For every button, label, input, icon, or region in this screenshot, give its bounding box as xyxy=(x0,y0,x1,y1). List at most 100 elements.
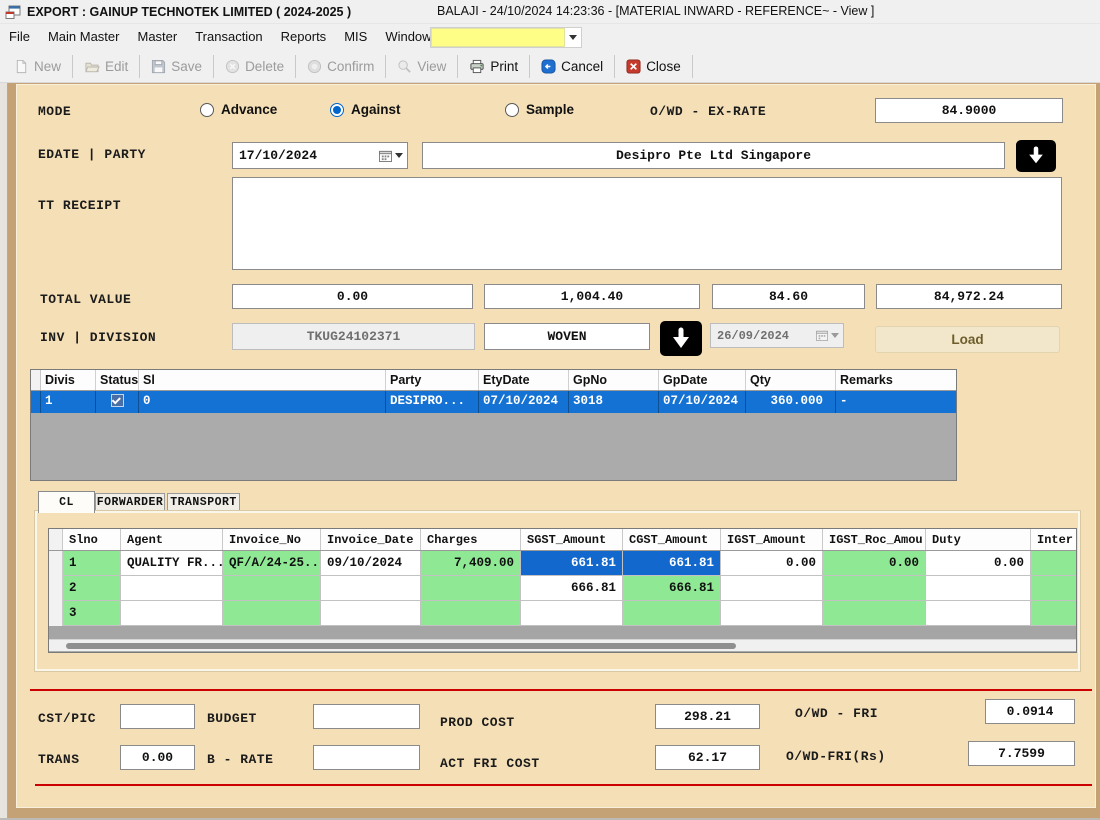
menu-master[interactable]: Master xyxy=(128,26,186,48)
toolbar-separator xyxy=(692,55,693,78)
column-header-etydate[interactable]: EtyDate xyxy=(479,370,569,390)
chevron-down-icon[interactable] xyxy=(395,153,403,158)
column-header-sl[interactable]: Sl xyxy=(139,370,386,390)
radio-checked-icon xyxy=(330,103,344,117)
column-header-cgst[interactable]: CGST_Amount xyxy=(623,529,721,550)
tt-receipt-input[interactable] xyxy=(232,177,1062,270)
trans-field[interactable]: 0.00 xyxy=(120,745,195,770)
budget-field[interactable] xyxy=(313,704,420,729)
column-header-charges[interactable]: Charges xyxy=(421,529,521,550)
load-button[interactable]: Load xyxy=(875,326,1060,353)
menu-main-master[interactable]: Main Master xyxy=(39,26,129,48)
cl-tab-panel: Slno Agent Invoice_No Invoice_Date Charg… xyxy=(35,511,1080,671)
b-rate-field[interactable] xyxy=(313,745,420,770)
mode-label: MODE xyxy=(38,104,71,119)
tab-cl[interactable]: CL xyxy=(38,491,95,513)
column-header-gpno[interactable]: GpNo xyxy=(569,370,659,390)
column-header-remarks[interactable]: Remarks xyxy=(836,370,956,390)
table-row[interactable]: 3 xyxy=(49,601,1076,626)
total-value-field-4[interactable]: 84,972.24 xyxy=(876,284,1062,309)
party-field[interactable]: Desipro Pte Ltd Singapore xyxy=(422,142,1005,169)
undo-circle-icon xyxy=(541,59,556,74)
prod-cost-field[interactable]: 298.21 xyxy=(655,704,760,729)
act-fri-cost-field[interactable]: 62.17 xyxy=(655,745,760,770)
party-lookup-button[interactable] xyxy=(1016,140,1056,172)
mode-radio-against[interactable]: Against xyxy=(330,102,401,117)
tab-forwarder[interactable]: FORWARDER xyxy=(95,493,165,512)
close-x-icon xyxy=(626,59,641,74)
column-header-igst-roc[interactable]: IGST_Roc_Amou xyxy=(823,529,926,550)
owd-fri-rs-field[interactable]: 7.7599 xyxy=(968,741,1075,766)
column-header-agent[interactable]: Agent xyxy=(121,529,223,550)
mode-radio-advance[interactable]: Advance xyxy=(200,102,277,117)
tt-receipt-label: TT RECEIPT xyxy=(38,198,121,213)
selected-cell[interactable]: 661.81 xyxy=(623,551,721,576)
grid-empty-area xyxy=(49,626,1076,639)
quick-search-input[interactable] xyxy=(431,28,565,47)
owd-fri-field[interactable]: 0.0914 xyxy=(985,699,1075,724)
division-field[interactable]: WOVEN xyxy=(484,323,650,350)
mode-radio-sample[interactable]: Sample xyxy=(505,102,574,117)
chevron-down-icon xyxy=(831,333,839,338)
edate-picker[interactable]: 17/10/2024 xyxy=(232,142,408,169)
delete-circle-icon xyxy=(225,59,240,74)
new-button[interactable]: New xyxy=(5,55,70,78)
invoice-no-field: TKUG24102371 xyxy=(232,323,475,350)
column-header-status[interactable]: Status xyxy=(96,370,139,390)
menu-file[interactable]: File xyxy=(0,26,39,48)
save-button[interactable]: Save xyxy=(142,55,211,78)
column-header-slno[interactable]: Slno xyxy=(63,529,121,550)
toolbar-separator xyxy=(295,55,296,78)
owd-fri-label: O/WD - FRI xyxy=(795,706,878,721)
confirm-circle-icon xyxy=(307,59,322,74)
selected-cell[interactable]: 661.81 xyxy=(521,551,623,576)
total-value-field-1[interactable]: 0.00 xyxy=(232,284,473,309)
edit-button[interactable]: Edit xyxy=(75,55,137,78)
floppy-disk-icon xyxy=(151,59,166,74)
status-checkbox-checked[interactable] xyxy=(111,394,124,407)
column-header-qty[interactable]: Qty xyxy=(746,370,836,390)
cst-pic-field[interactable] xyxy=(120,704,195,729)
title-bar: EXPORT : GAINUP TECHNOTEK LIMITED ( 2024… xyxy=(0,0,1100,24)
ex-rate-field[interactable]: 84.9000 xyxy=(875,98,1063,123)
table-row[interactable]: 1 QUALITY FR... QF/A/24-25... 09/10/2024… xyxy=(49,551,1076,576)
prod-cost-label: PROD COST xyxy=(440,715,515,730)
menu-mis[interactable]: MIS xyxy=(335,26,376,48)
column-header-party[interactable]: Party xyxy=(386,370,479,390)
grid-header-row: Divis Status Sl Party EtyDate GpNo GpDat… xyxy=(31,370,956,391)
scrollbar-thumb[interactable] xyxy=(66,643,736,649)
ex-rate-label: O/WD - EX-RATE xyxy=(650,104,766,119)
menu-transaction[interactable]: Transaction xyxy=(186,26,271,48)
column-header-divis[interactable]: Divis xyxy=(41,370,96,390)
quick-search-combobox[interactable] xyxy=(430,27,582,48)
printer-icon xyxy=(469,59,485,74)
close-button[interactable]: Close xyxy=(617,55,690,78)
tab-transport[interactable]: TRANSPORT xyxy=(167,493,240,512)
magnifier-icon xyxy=(397,59,412,74)
delete-button[interactable]: Delete xyxy=(216,55,293,78)
open-folder-icon xyxy=(84,59,100,74)
total-value-field-2[interactable]: 1,004.40 xyxy=(484,284,700,309)
column-header-gpdate[interactable]: GpDate xyxy=(659,370,746,390)
confirm-button[interactable]: Confirm xyxy=(298,55,383,78)
print-button[interactable]: Print xyxy=(460,55,527,78)
column-header-invoice-date[interactable]: Invoice_Date xyxy=(321,529,421,550)
quick-search-dropdown-button[interactable] xyxy=(565,28,581,47)
toolbar-separator xyxy=(213,55,214,78)
column-header-inter[interactable]: Inter xyxy=(1031,529,1076,550)
down-arrow-icon xyxy=(1025,146,1047,166)
division-lookup-button[interactable] xyxy=(660,321,702,356)
column-header-sgst[interactable]: SGST_Amount xyxy=(521,529,623,550)
table-row-selected[interactable]: 1 0 DESIPRO... 07/10/2024 3018 07/10/202… xyxy=(31,391,956,413)
cancel-button[interactable]: Cancel xyxy=(532,55,612,78)
column-header-invoice-no[interactable]: Invoice_No xyxy=(223,529,321,550)
menu-reports[interactable]: Reports xyxy=(272,26,336,48)
toolbar-separator xyxy=(385,55,386,78)
view-button[interactable]: View xyxy=(388,55,455,78)
inv-division-label: INV | DIVISION xyxy=(40,330,156,345)
column-header-igst[interactable]: IGST_Amount xyxy=(721,529,823,550)
horizontal-scrollbar[interactable] xyxy=(49,639,1076,651)
total-value-field-3[interactable]: 84.60 xyxy=(712,284,865,309)
table-row[interactable]: 2 666.81 666.81 xyxy=(49,576,1076,601)
column-header-duty[interactable]: Duty xyxy=(926,529,1031,550)
